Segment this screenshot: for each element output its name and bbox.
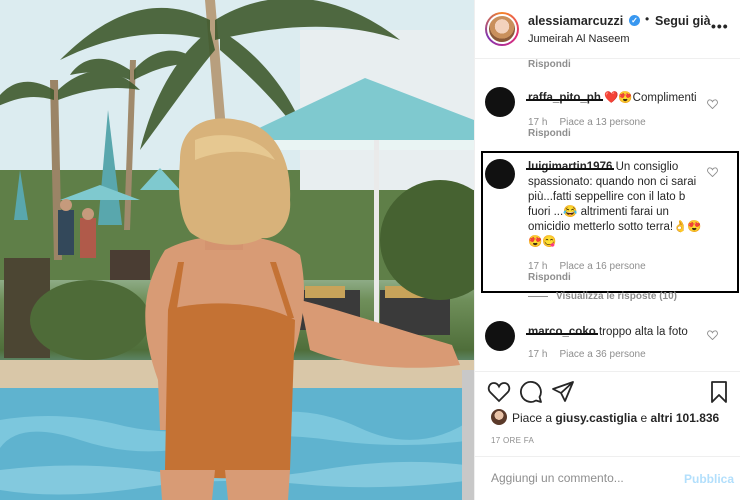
reply-link[interactable]: Rispondi [528, 128, 571, 139]
comment-likes[interactable]: Place a 16 persone [559, 261, 645, 272]
following-button[interactable]: Segui già [655, 14, 711, 28]
likes-prefix: Piace a [512, 411, 556, 425]
view-replies-line [528, 295, 548, 297]
comment-like-heart-icon[interactable] [707, 167, 718, 177]
likes-count[interactable]: altri 101.836 [651, 411, 720, 425]
author-username[interactable]: alessiamarcuzzi [528, 14, 623, 28]
publish-button[interactable]: Pubblica [684, 472, 734, 486]
add-comment-bar: Pubblica [475, 456, 740, 500]
comment-meta: 17 h Piace a 36 persone [528, 349, 658, 360]
author-avatar[interactable] [485, 12, 519, 46]
more-options-icon[interactable]: ••• [711, 18, 729, 34]
author-avatar-image [487, 14, 517, 44]
post-photo-illustration [0, 0, 474, 500]
comment-body: ❤️😍Complimenti [600, 92, 697, 104]
comment-likes[interactable]: Piace a 36 persone [559, 349, 645, 360]
bookmark-icon[interactable] [707, 380, 731, 404]
view-replies-label: Visualizza le risposte (10) [556, 291, 677, 302]
likes-text: Piace a giusy.castiglia e altri 101.836 [512, 411, 719, 425]
verified-badge-icon: ✓ [629, 15, 640, 26]
comment-like-heart-icon[interactable] [707, 330, 718, 340]
separator-dot: • [645, 12, 650, 26]
comment-text: marco_coko troppo alta la foto [528, 325, 708, 340]
post-location[interactable]: Jumeirah Al Naseem [528, 33, 630, 45]
commenter-avatar[interactable] [485, 87, 515, 117]
comment-time: 17 h [528, 117, 548, 128]
post-photo[interactable] [0, 0, 474, 500]
comment-meta: 17 h Place a 16 persone [528, 261, 658, 272]
liker-username[interactable]: giusy.castiglia [555, 411, 637, 425]
likes-summary: Piace a giusy.castiglia e altri 101.836 [475, 407, 740, 429]
likes-conjunction: e [637, 411, 651, 425]
comment-body: Un consiglio spassionato: quando non ci … [528, 161, 702, 248]
comment-time: 17 h [528, 349, 548, 360]
post-header: alessiamarcuzzi ✓ • Segui già Jumeirah A… [475, 0, 740, 59]
comment-body: troppo alta la foto [595, 326, 688, 338]
commenter-avatar[interactable] [485, 321, 515, 351]
heart-icon[interactable] [487, 380, 511, 404]
commenter-username[interactable]: raffa_pito_ph [528, 92, 601, 104]
reply-link[interactable]: Rispondi [528, 59, 571, 70]
comment-text: luigimartin1976 Un consiglio spassionato… [528, 160, 708, 250]
commenter-username[interactable]: marco_coko [528, 326, 596, 338]
comment-input[interactable] [491, 471, 671, 485]
comment-meta: 17 h Piace a 13 persone [528, 117, 658, 128]
liker-avatar[interactable] [491, 409, 507, 425]
reply-link[interactable]: Rispondi [528, 272, 571, 283]
post-side-panel: alessiamarcuzzi ✓ • Segui già Jumeirah A… [474, 0, 740, 500]
post-actions-bar [475, 371, 740, 411]
post-timestamp[interactable]: 17 ORE FA [491, 436, 534, 445]
send-icon[interactable] [551, 380, 575, 404]
comment-icon[interactable] [519, 380, 543, 404]
comments-list[interactable]: Rispondi raffa_pito_ph ❤️😍Complimenti 17… [475, 59, 740, 371]
commenter-avatar[interactable] [485, 159, 515, 189]
comment-likes[interactable]: Piace a 13 persone [559, 117, 645, 128]
view-replies-link[interactable]: Visualizza le risposte (10) [528, 291, 677, 302]
commenter-username[interactable]: luigimartin1976 [528, 161, 612, 173]
comment-text: raffa_pito_ph ❤️😍Complimenti [528, 91, 708, 106]
comment-like-heart-icon[interactable] [707, 99, 718, 109]
comment-time: 17 h [528, 261, 548, 272]
